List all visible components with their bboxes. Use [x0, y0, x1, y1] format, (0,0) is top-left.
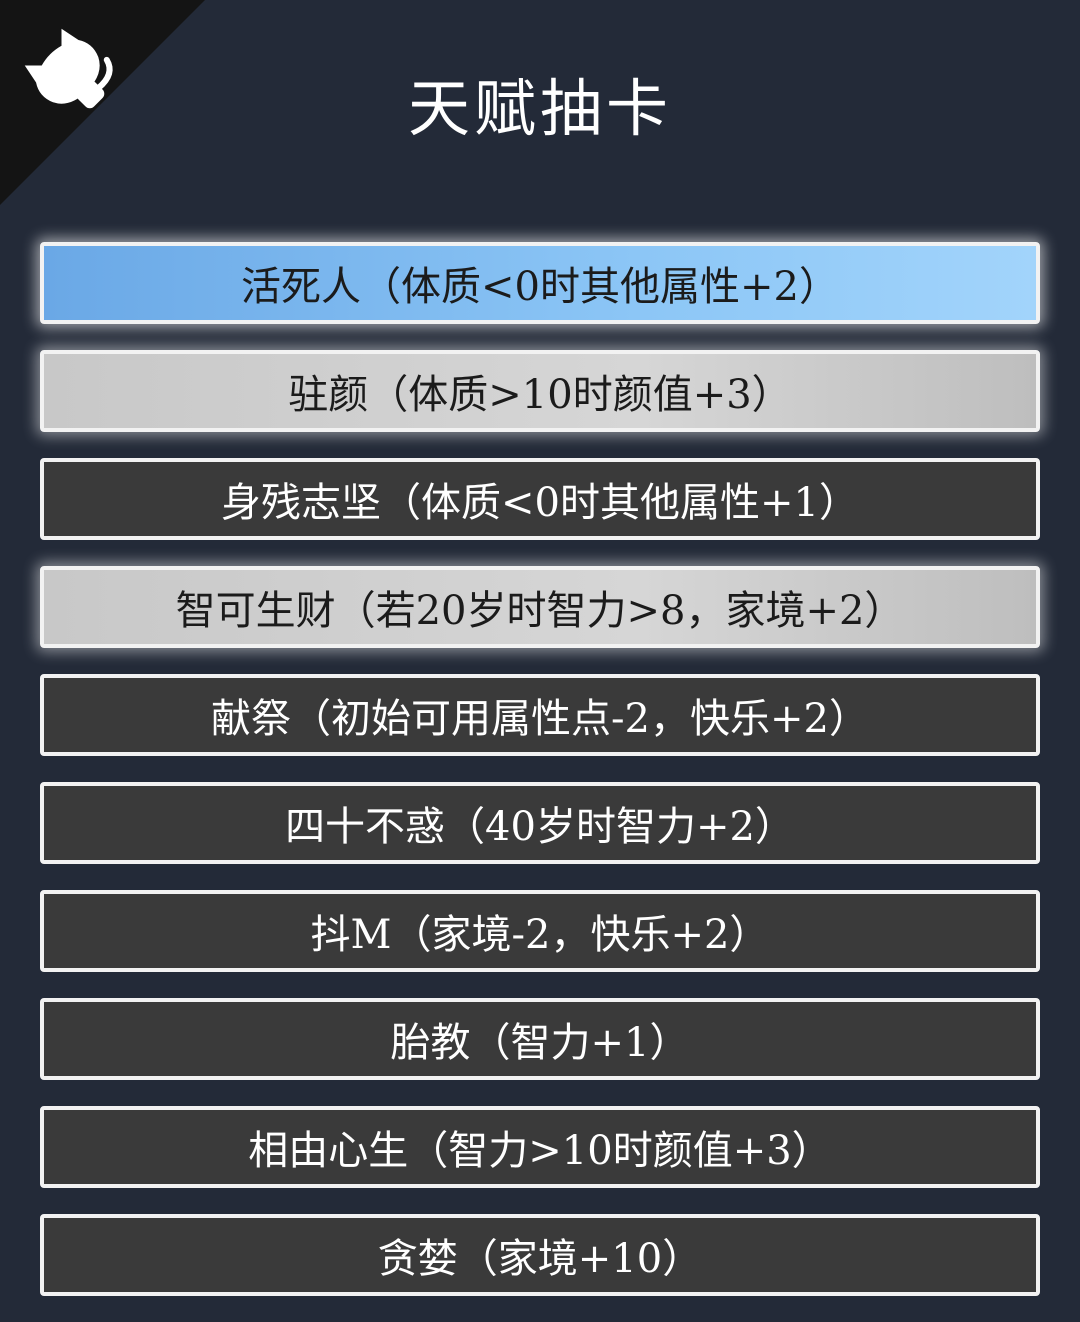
- talent-card[interactable]: 驻颜（体质>10时颜值+3）: [40, 350, 1040, 432]
- talent-list: 活死人（体质<0时其他属性+2） 驻颜（体质>10时颜值+3） 身残志坚（体质<…: [40, 242, 1040, 1322]
- page-title: 天赋抽卡: [407, 72, 672, 145]
- talent-card[interactable]: 四十不惑（40岁时智力+2）: [40, 782, 1040, 864]
- talent-card[interactable]: 胎教（智力+1）: [40, 998, 1040, 1080]
- talent-card[interactable]: 身残志坚（体质<0时其他属性+1）: [40, 458, 1040, 540]
- talent-card[interactable]: 贪婪（家境+10）: [40, 1214, 1040, 1296]
- talent-card[interactable]: 献祭（初始可用属性点-2，快乐+2）: [40, 674, 1040, 756]
- talent-card[interactable]: 相由心生（智力>10时颜值+3）: [40, 1106, 1040, 1188]
- talent-card[interactable]: 智可生财（若20岁时智力>8，家境+2）: [40, 566, 1040, 648]
- talent-card[interactable]: 活死人（体质<0时其他属性+2）: [40, 242, 1040, 324]
- talent-card[interactable]: 抖M（家境-2，快乐+2）: [40, 890, 1040, 972]
